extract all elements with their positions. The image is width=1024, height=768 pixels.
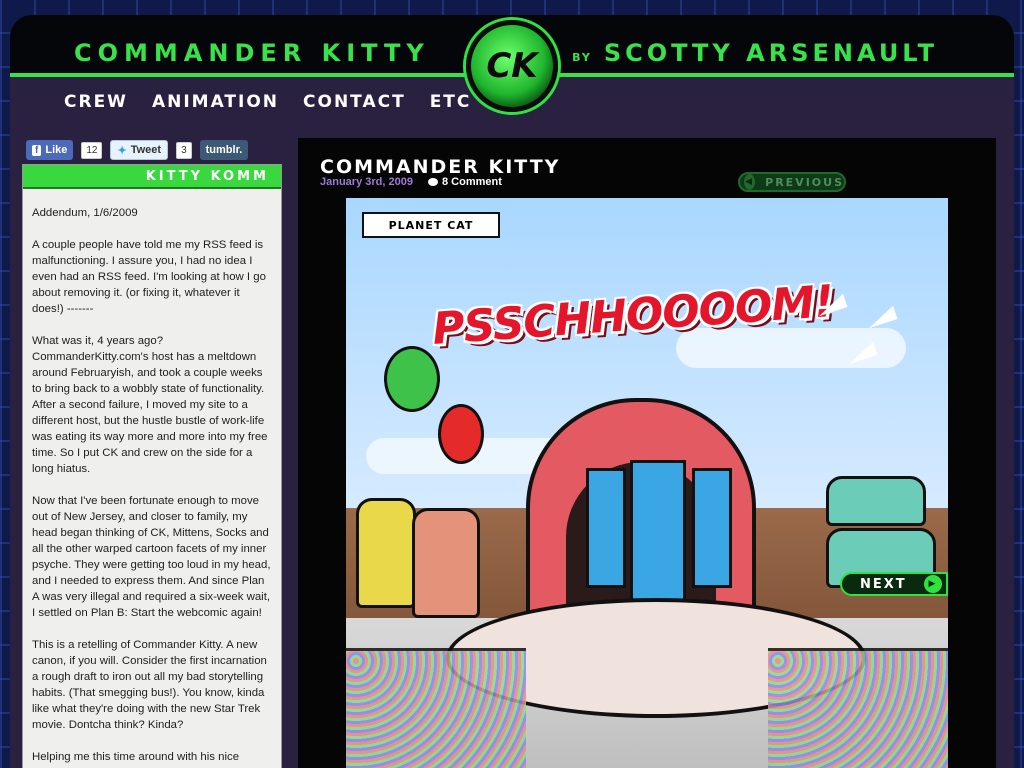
main-nav: CREW ANIMATION CONTACT ETC	[64, 92, 471, 112]
cat-banner	[692, 468, 732, 588]
sidebar-text: Addendum, 1/6/2009 A couple people have …	[23, 189, 281, 768]
previous-label: PREVIOUS	[765, 175, 844, 189]
tweet-label: Tweet	[130, 144, 162, 156]
previous-button[interactable]: ◀ PREVIOUS	[738, 172, 846, 192]
comic-building	[356, 498, 416, 608]
tweet-button[interactable]: ✦ Tweet	[110, 140, 169, 160]
sidebar-heading: KITTY KOMM	[23, 165, 281, 189]
comic-panel: PLANET CAT PSSCHHOOOOM! NEXT ▶	[346, 198, 948, 768]
facebook-like-button[interactable]: f Like	[26, 140, 74, 160]
comic-caption: PLANET CAT	[362, 212, 500, 238]
nav-item-crew[interactable]: CREW	[64, 92, 128, 112]
twitter-icon: ✦	[117, 144, 127, 157]
comment-bubble-icon	[428, 178, 438, 186]
comic-building	[826, 476, 926, 526]
next-label: NEXT	[860, 576, 907, 592]
post-date: January 3rd, 2009	[320, 176, 413, 188]
red-balloon	[438, 404, 484, 464]
sidebar-kitty-komm: KITTY KOMM Addendum, 1/6/2009 A couple p…	[22, 164, 282, 768]
site-title[interactable]: COMMANDER KITTY	[74, 39, 430, 67]
sidebar-paragraph: This is a retelling of Commander Kitty. …	[32, 639, 267, 731]
sidebar-paragraph: What was it, 4 years ago? CommanderKitty…	[32, 335, 268, 475]
next-button[interactable]: NEXT ▶	[840, 572, 948, 596]
comments-link[interactable]: 8 Comment	[428, 176, 502, 188]
previous-arrow-icon: ◀	[744, 174, 756, 190]
sidebar-paragraph: Helping me this time around with his nic…	[32, 751, 259, 768]
cat-banner	[630, 460, 686, 610]
sidebar-paragraph: Now that I've been fortunate enough to m…	[32, 495, 271, 619]
nav-item-contact[interactable]: CONTACT	[303, 92, 406, 112]
tumblr-button[interactable]: tumblr.	[199, 140, 249, 160]
green-balloon	[384, 346, 440, 412]
facebook-icon: f	[32, 144, 42, 156]
byline-by: BY	[572, 51, 592, 64]
ck-logo[interactable]: CK	[466, 20, 558, 112]
like-label: Like	[45, 144, 68, 156]
comments-count: 8 Comment	[442, 176, 502, 188]
crowd-left	[346, 648, 526, 768]
tumblr-label: tumblr.	[205, 144, 243, 156]
author-byline: BY SCOTTY ARSENAULT	[572, 39, 938, 67]
crowd-right	[768, 648, 948, 768]
cat-banner	[586, 468, 626, 588]
comic-post: COMMANDER KITTY January 3rd, 2009 8 Comm…	[298, 138, 996, 768]
sidebar-paragraph: Addendum, 1/6/2009	[32, 207, 138, 219]
tweet-count: 3	[176, 141, 192, 159]
post-title[interactable]: COMMANDER KITTY	[320, 156, 560, 178]
next-arrow-icon: ▶	[924, 575, 942, 593]
nav-item-animation[interactable]: ANIMATION	[152, 92, 279, 112]
social-buttons: f Like 12 ✦ Tweet 3 tumblr.	[26, 140, 249, 160]
nav-item-etc[interactable]: ETC	[430, 92, 472, 112]
logo-text: CK	[486, 46, 538, 86]
sidebar-paragraph: A couple people have told me my RSS feed…	[32, 239, 266, 315]
comic-building	[412, 508, 480, 618]
author-name[interactable]: SCOTTY ARSENAULT	[604, 39, 938, 67]
like-count: 12	[81, 141, 103, 159]
